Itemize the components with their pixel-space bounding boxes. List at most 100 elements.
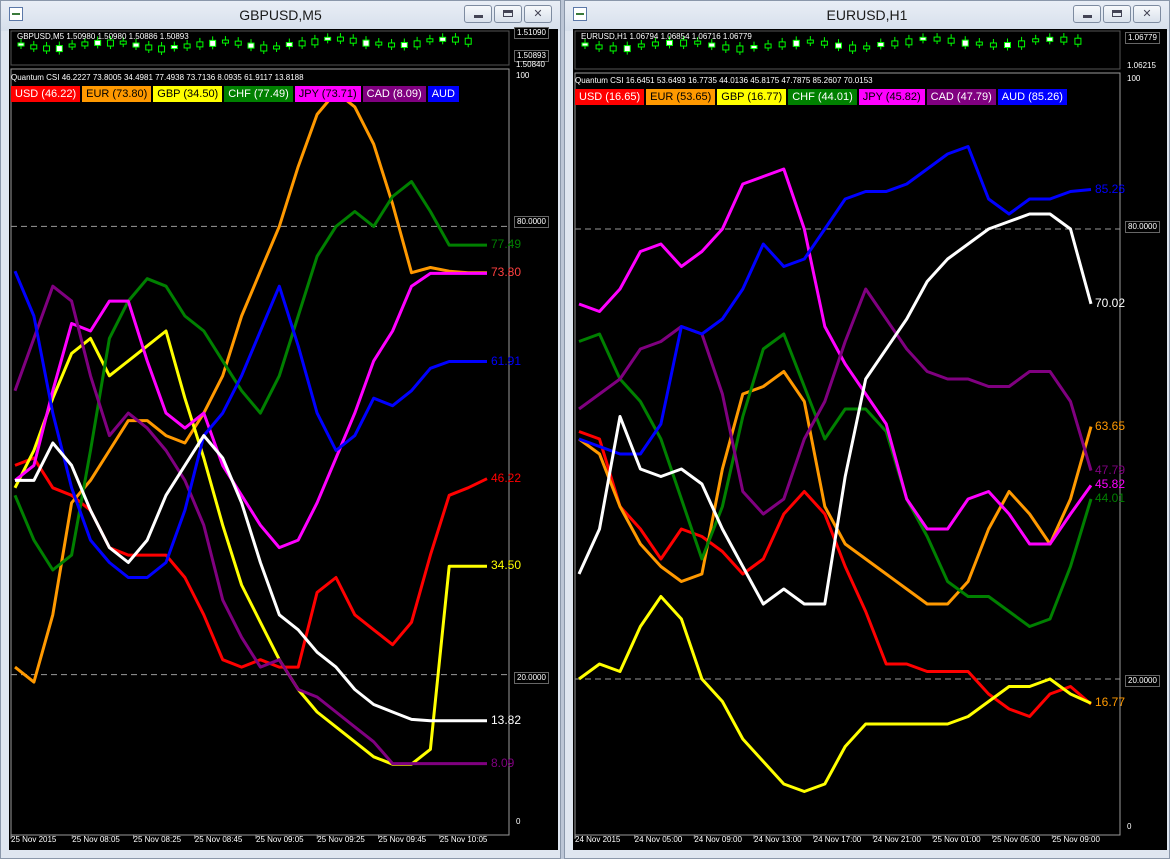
- chart-window-eurusd[interactable]: EURUSD,H1 EURUSD,H1 1.06794 1.06854 1.06…: [564, 0, 1170, 859]
- candle-body: [1046, 36, 1054, 42]
- chart-svg: [10, 30, 510, 839]
- time-label: 24 Nov 09:00: [694, 835, 742, 844]
- series-line-cad: [578, 287, 1093, 516]
- candle-body: [905, 38, 913, 46]
- series-value-label: 44.01: [1095, 490, 1126, 505]
- candle-body: [849, 44, 857, 52]
- time-label: 25 Nov 09:05: [256, 835, 304, 844]
- time-label: 25 Nov 10:05: [439, 835, 488, 844]
- scale-lower-level: 20.0000: [514, 672, 549, 684]
- chart-canvas[interactable]: GBPUSD,M5 1.50980 1.50980 1.50886 1.5089…: [9, 27, 558, 850]
- candle-body: [764, 43, 772, 49]
- time-label: 25 Nov 09:25: [317, 835, 365, 844]
- candle-body: [170, 45, 178, 50]
- legend-item-eur: EUR (73.80): [82, 86, 152, 102]
- candle-body: [375, 41, 383, 46]
- candle-body: [989, 42, 997, 48]
- window-titlebar[interactable]: GBPUSD,M5: [1, 1, 560, 31]
- scale-upper-level: 80.0000: [1125, 221, 1160, 233]
- legend-item-aud: AUD: [427, 86, 459, 102]
- candle-body: [285, 42, 293, 48]
- maximize-button[interactable]: [1103, 5, 1131, 23]
- candle-body: [298, 40, 306, 47]
- candle-body: [209, 39, 217, 47]
- candle-body: [30, 44, 38, 50]
- currency-legend: USD (16.65) EUR (53.65) GBP (16.77) CHF (44…: [575, 89, 1125, 105]
- minimize-button[interactable]: [1073, 5, 1101, 23]
- candle-body: [708, 42, 716, 48]
- legend-item-cad: CAD (8.09): [362, 86, 426, 102]
- time-label: 25 Nov 09:45: [378, 835, 427, 844]
- candle-body: [158, 45, 166, 53]
- candle-body: [94, 39, 102, 46]
- time-label: 24 Nov 05:00: [634, 835, 683, 844]
- legend-item-jpy: JPY (73.71): [294, 86, 361, 102]
- candle-body: [1060, 36, 1068, 43]
- series-line-gbp: [13, 329, 487, 766]
- candle-body: [43, 45, 51, 52]
- chart-window-gbpusd[interactable]: GBPUSD,M5 GBPUSD,M5 1.50980 1.50980 1.50…: [0, 0, 561, 859]
- candle-body: [877, 42, 885, 48]
- candle-body: [820, 40, 828, 46]
- time-label: 25 Nov 2015: [11, 835, 57, 844]
- candle-body: [145, 44, 153, 51]
- candle-body: [221, 39, 229, 44]
- close-button[interactable]: [1133, 5, 1161, 23]
- candle-body: [81, 41, 89, 47]
- candle-body: [1018, 40, 1026, 48]
- candle-body: [388, 42, 396, 48]
- candle-body: [1004, 42, 1011, 49]
- candle-body: [835, 42, 842, 49]
- scale-lower-level: 20.0000: [1125, 675, 1160, 687]
- candle-body: [336, 36, 344, 42]
- candle-body: [1032, 38, 1040, 43]
- time-label: 24 Nov 2015: [575, 835, 621, 844]
- candle-body: [947, 37, 955, 44]
- candle-body: [183, 43, 191, 49]
- time-label: 25 Nov 08:25: [133, 835, 182, 844]
- legend-item-usd: USD (16.65): [575, 89, 645, 105]
- chart-canvas[interactable]: EURUSD,H1 1.06794 1.06854 1.06716 1.0677…: [573, 29, 1167, 850]
- minimize-button[interactable]: [464, 5, 492, 23]
- candle-body: [933, 36, 941, 42]
- legend-item-cad: CAD (47.79): [926, 89, 996, 105]
- candle-body: [637, 43, 645, 48]
- maximize-button[interactable]: [494, 5, 522, 23]
- scale-bottom-label: 0: [516, 817, 521, 826]
- current-price-tick: 1.06779: [1125, 32, 1160, 44]
- symbol-info: EURUSD,H1 1.06794 1.06854 1.06716 1.0677…: [581, 32, 752, 41]
- candle-body: [961, 39, 969, 47]
- candle-body: [891, 40, 899, 47]
- indicator-frame: [574, 72, 1121, 836]
- window-titlebar[interactable]: EURUSD,H1: [565, 1, 1169, 31]
- candle-body: [196, 41, 204, 48]
- legend-item-jpy: JPY (45.82): [858, 89, 925, 105]
- series-value-label: 47.79: [1095, 462, 1126, 477]
- candle-body: [362, 39, 370, 47]
- series-line-gbp: [578, 595, 1092, 793]
- candle-body: [778, 41, 786, 48]
- series-line-chf: [578, 332, 1093, 628]
- close-button[interactable]: [524, 5, 552, 23]
- candle-body: [623, 45, 631, 53]
- series-value-label: 46.22: [491, 470, 522, 485]
- candle-body: [806, 39, 814, 44]
- candle-body: [400, 42, 408, 49]
- chart-svg: [574, 30, 1121, 839]
- candle-body: [666, 39, 673, 46]
- candle-body: [426, 38, 434, 43]
- candle-body: [17, 42, 25, 47]
- series-value-label: 45.82: [1095, 477, 1126, 492]
- time-label: 25 Nov 01:00: [933, 835, 981, 844]
- series-line-aud: [578, 145, 1092, 456]
- series-value-label: 13.82: [491, 712, 522, 727]
- candle-body: [736, 45, 744, 53]
- scale-top-label: 100: [516, 71, 530, 80]
- scale-upper-level: 80.0000: [514, 216, 549, 228]
- legend-item-usd: USD (46.22): [11, 86, 81, 102]
- price-tick: 1.50840: [516, 60, 545, 69]
- series-value-label: 63.65: [1095, 418, 1126, 433]
- time-label: 25 Nov 09:00: [1052, 835, 1100, 844]
- candle-body: [439, 36, 447, 42]
- legend-item-chf: CHF (44.01): [788, 89, 857, 105]
